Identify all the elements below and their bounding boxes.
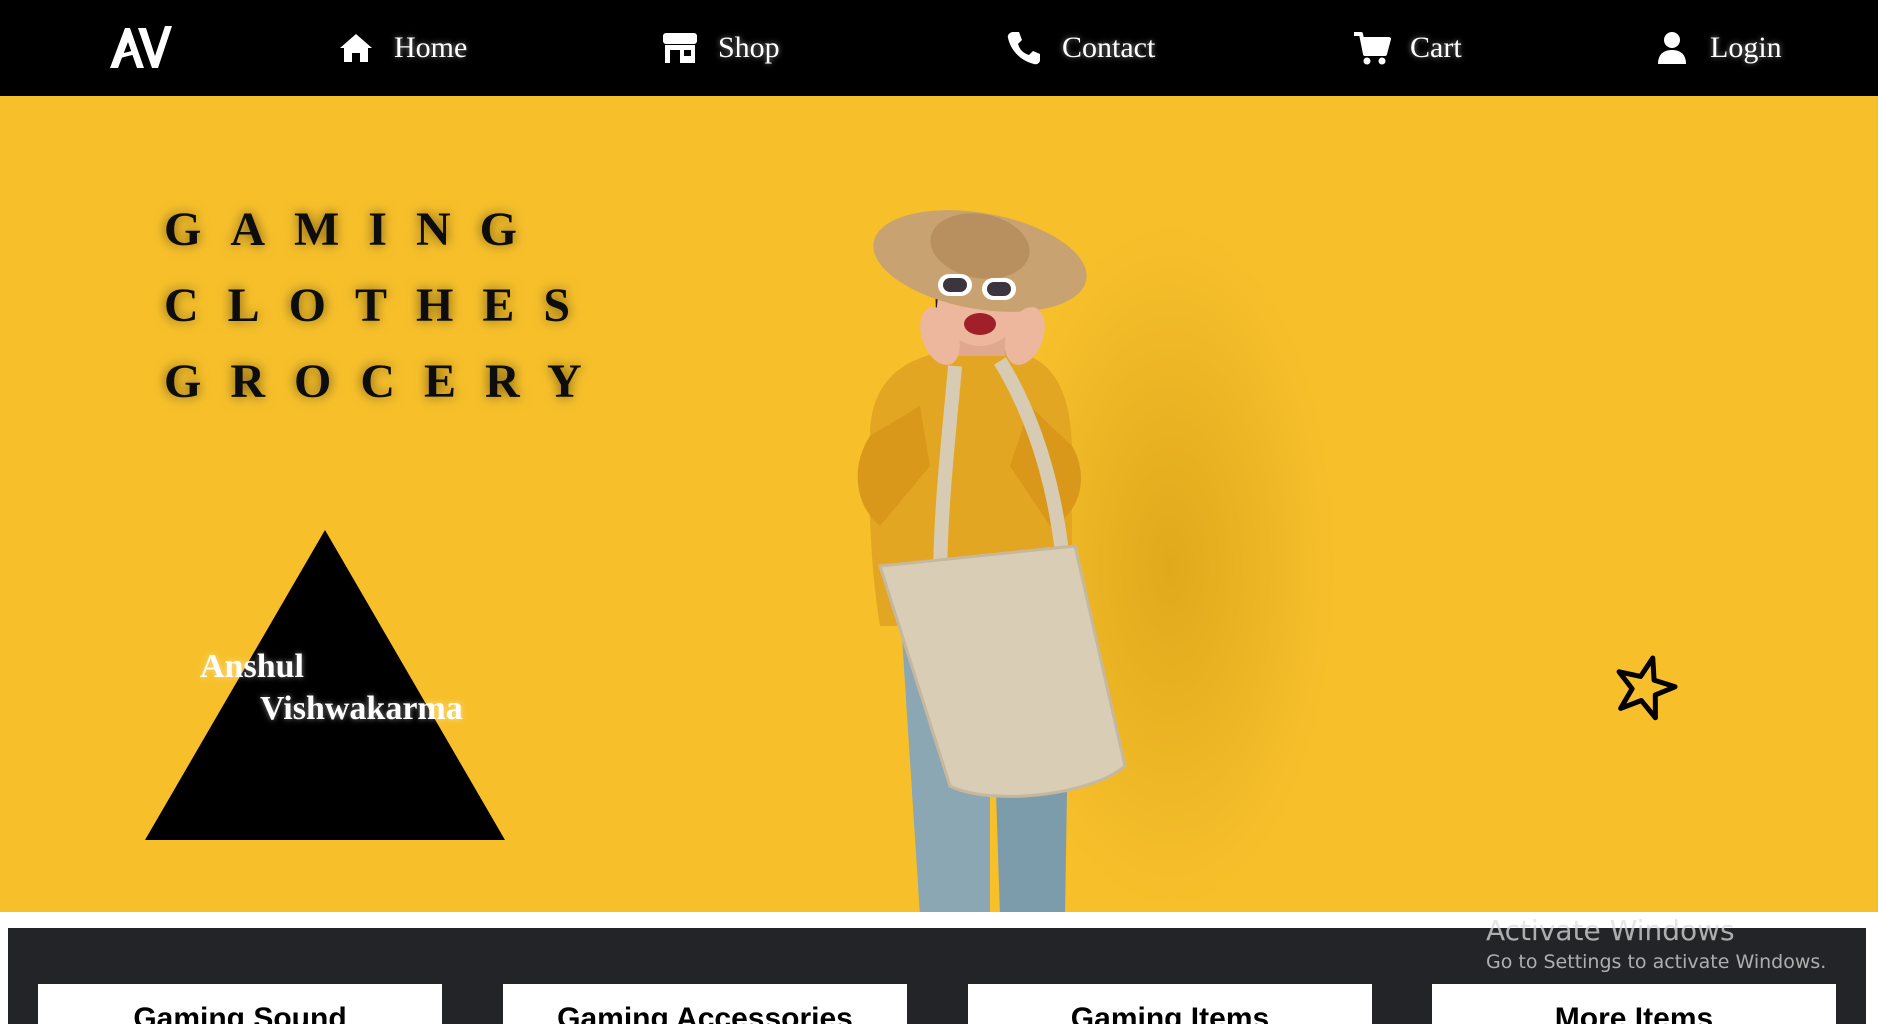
category-gaming-sound[interactable]: Gaming Sound [38, 984, 442, 1024]
category-label: Gaming Sound [133, 1002, 347, 1024]
category-gaming-items[interactable]: Gaming Items [968, 984, 1372, 1024]
home-icon [336, 28, 376, 68]
nav-contact-label: Contact [1062, 31, 1156, 64]
store-icon [660, 28, 700, 68]
nav-shop-label: Shop [718, 31, 780, 64]
author-last-name: Vishwakarma [260, 690, 463, 727]
windows-activation-watermark: Activate Windows Go to Settings to activ… [1486, 914, 1826, 973]
cart-icon [1352, 28, 1392, 68]
category-label: More Items [1554, 1002, 1714, 1024]
category-gaming-accessories[interactable]: Gaming Accessories [503, 984, 907, 1024]
hero-word-clothes: CLOTHES [164, 279, 600, 332]
nav-home[interactable]: Home [336, 0, 467, 96]
hero-word-grocery: GROCERY [164, 355, 611, 408]
model-image [857, 210, 1127, 912]
nav-home-label: Home [394, 31, 468, 64]
phone-icon [1004, 28, 1044, 68]
author-triangle [145, 530, 505, 840]
nav-contact[interactable]: Contact [1004, 0, 1155, 96]
star-icon [1616, 655, 1678, 721]
category-label: Gaming Items [1070, 1002, 1270, 1024]
category-more-items[interactable]: More Items [1432, 984, 1836, 1024]
hero-banner: GAMING CLOTHES GROCERY [0, 96, 1878, 912]
watermark-subtitle: Go to Settings to activate Windows. [1486, 951, 1827, 973]
page: AV Home Shop [0, 0, 1883, 1024]
nav-cart-label: Cart [1410, 31, 1462, 64]
category-label: Gaming Accessories [557, 1002, 853, 1024]
nav-login[interactable]: Login [1652, 0, 1782, 96]
nav-login-label: Login [1710, 31, 1782, 64]
navbar: AV Home Shop [0, 0, 1878, 96]
hero-word-gaming: GAMING [164, 203, 546, 256]
nav-shop[interactable]: Shop [660, 0, 780, 96]
user-icon [1652, 28, 1692, 68]
nav-cart[interactable]: Cart [1352, 0, 1462, 96]
author-first-name: Anshul [200, 648, 304, 685]
watermark-title: Activate Windows [1486, 914, 1735, 947]
av-logo[interactable]: AV [108, 22, 174, 72]
